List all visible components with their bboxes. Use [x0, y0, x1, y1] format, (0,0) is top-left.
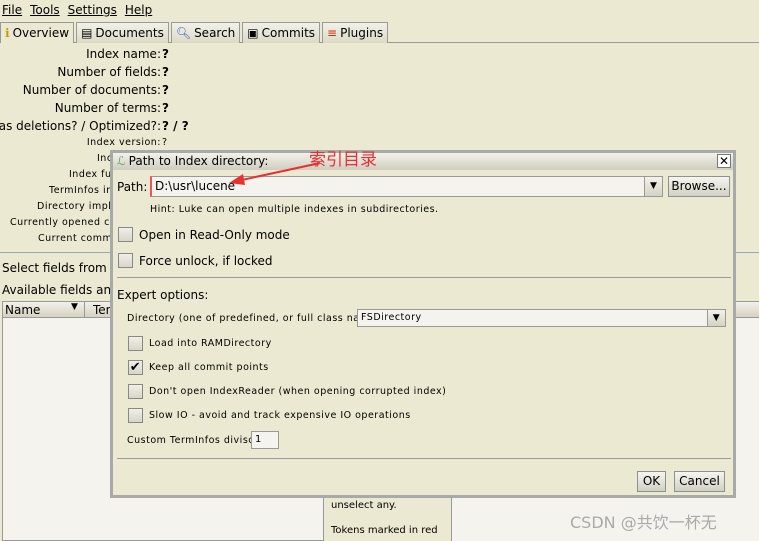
tab-bar: ℹ Overview ▤ Documents 🔍︎ Search ▣ Commits ≡…: [0, 22, 389, 43]
panel-text: unselect any.: [331, 500, 397, 511]
dialog-titlebar[interactable]: ℒ Path to Index directory:: [113, 153, 733, 170]
tab-label: Search: [194, 26, 236, 40]
fields-label: Number of fields:: [57, 65, 161, 79]
label: Slow IO - avoid and track expensive IO o…: [149, 410, 411, 421]
tab-overview[interactable]: ℹ Overview: [0, 22, 75, 43]
chevron-down-icon[interactable]: ▼: [644, 177, 662, 196]
path-label: Path:: [117, 180, 148, 194]
force-unlock-option[interactable]: Force unlock, if locked: [118, 253, 273, 268]
directory-value: FSDirectory: [361, 312, 422, 323]
dont-open-checkbox[interactable]: [128, 384, 143, 399]
luke-icon: ℒ: [117, 154, 126, 168]
slow-io-checkbox[interactable]: [128, 408, 143, 423]
fields-value: ?: [162, 65, 169, 79]
tab-plugins[interactable]: ≡ Plugins: [322, 22, 389, 43]
directory-combo[interactable]: FSDirectory ▼: [357, 309, 726, 327]
sort-desc-icon: ▼: [71, 302, 78, 312]
readonly-checkbox[interactable]: [118, 227, 133, 242]
tab-commits[interactable]: ▣ Commits: [242, 22, 321, 43]
load-ram-checkbox[interactable]: [128, 336, 143, 351]
divisor-label: Custom TermInfos divisor:: [127, 435, 263, 446]
path-input[interactable]: D:\usr\lucene: [155, 179, 235, 193]
deletions-label: Has deletions? / Optimized?:: [0, 119, 161, 133]
browse-button[interactable]: Browse...: [668, 176, 730, 197]
menu-file[interactable]: File: [2, 0, 22, 20]
force-unlock-checkbox[interactable]: [118, 253, 133, 268]
ok-button[interactable]: OK: [637, 471, 666, 492]
version-value: ?: [162, 137, 168, 148]
terms-value: ?: [162, 101, 169, 115]
menu-settings[interactable]: Settings: [68, 0, 117, 20]
annotation-arrow-icon: [229, 162, 321, 185]
panel-text: Tokens marked in red: [331, 525, 438, 536]
tab-label: Commits: [261, 26, 316, 40]
terms-label: Number of terms:: [54, 101, 161, 115]
open-index-dialog: ℒ Path to Index directory: ✕ Path: D:\usr…: [110, 150, 736, 498]
readonly-option[interactable]: Open in Read-Only mode: [118, 227, 290, 242]
hint-text: Hint: Luke can open multiple indexes in …: [150, 204, 439, 215]
menu-bar: File Tools Settings Help: [0, 0, 759, 20]
index-name-row: Index name:: [86, 47, 161, 61]
directory-impl-label: Directory imple: [37, 201, 118, 212]
divider: [117, 458, 731, 459]
dont-open-option[interactable]: Don't open IndexReader (when opening cor…: [128, 384, 446, 399]
directory-label: Directory (one of predefined, or full cl…: [127, 313, 384, 324]
documents-value: ?: [162, 83, 169, 97]
label: Keep all commit points: [149, 362, 269, 373]
plugins-icon: ≡: [327, 26, 338, 40]
label: Don't open IndexReader (when opening cor…: [149, 386, 447, 397]
expert-options-label: Expert options:: [117, 288, 209, 302]
column-term[interactable]: Ter: [93, 303, 111, 317]
label: Load into RAMDirectory: [149, 338, 272, 349]
current-commit-label: Current commi: [38, 233, 116, 244]
info-panel: unselect any. Tokens marked in red: [323, 497, 452, 541]
label: Index name:: [86, 47, 161, 61]
keep-commits-option[interactable]: ✔ Keep all commit points: [128, 360, 269, 375]
available-fields-label: Available fields and: [2, 283, 119, 297]
divider: [117, 277, 731, 278]
tab-search[interactable]: 🔍︎ Search: [170, 22, 241, 43]
documents-icon: ▤: [81, 26, 93, 40]
terminfos-label: TermInfos inc: [49, 185, 119, 196]
load-ram-option[interactable]: Load into RAMDirectory: [128, 336, 272, 351]
label: Force unlock, if locked: [139, 253, 273, 268]
column-name[interactable]: Name: [5, 303, 40, 317]
tab-label: Plugins: [340, 26, 384, 40]
label: Open in Read-Only mode: [139, 227, 290, 242]
menu-tools[interactable]: Tools: [30, 0, 60, 20]
slow-io-option[interactable]: Slow IO - avoid and track expensive IO o…: [128, 408, 411, 423]
overview-icon: ℹ: [5, 26, 10, 40]
cancel-button[interactable]: Cancel: [674, 471, 725, 492]
currently-opened-label: Currently opened co: [10, 217, 117, 228]
search-icon: 🔍︎: [175, 26, 192, 40]
version-label: Index version:: [86, 137, 161, 148]
index-name-value: ?: [162, 47, 169, 61]
tab-label: Documents: [95, 26, 164, 40]
chevron-down-icon[interactable]: ▼: [707, 310, 725, 326]
commits-icon: ▣: [247, 26, 259, 40]
divisor-input[interactable]: 1: [251, 431, 279, 449]
documents-label: Number of documents:: [22, 83, 161, 97]
select-fields-label: Select fields from th: [2, 261, 123, 275]
tab-label: Overview: [12, 26, 70, 40]
menu-help[interactable]: Help: [125, 0, 152, 20]
tab-documents[interactable]: ▤ Documents: [76, 22, 169, 43]
deletions-value: ? / ?: [162, 119, 189, 133]
keep-commits-checkbox[interactable]: ✔: [128, 360, 143, 375]
close-icon[interactable]: ✕: [717, 154, 731, 168]
watermark: CSDN @共饮一杯无: [570, 513, 717, 532]
